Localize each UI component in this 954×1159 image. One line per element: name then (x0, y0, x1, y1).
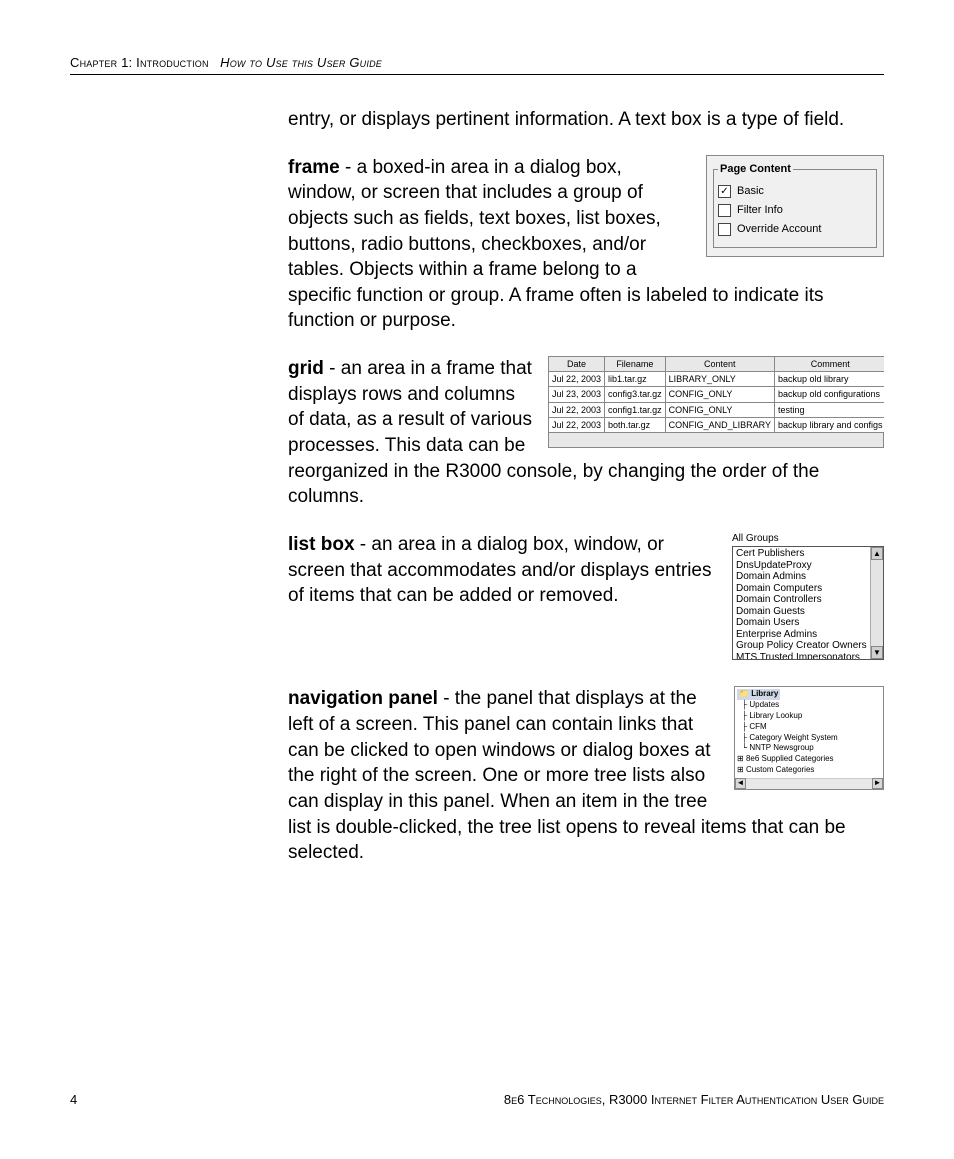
frame-check-row: Filter Info (718, 203, 872, 218)
navpanel-figure: 📁 Library ├ Updates ├ Library Lookup ├ C… (734, 686, 884, 789)
tree-item: Custom Categories (746, 765, 814, 774)
frame-legend: Page Content (718, 162, 793, 177)
grid-cell: config3.tar.gz (605, 387, 666, 402)
grid-figure: Date Filename Content Comment Jul 22, 20… (548, 356, 884, 448)
table-row: Jul 22, 2003 config1.tar.gz CONFIG_ONLY … (549, 402, 885, 417)
chapter-label: Chapter 1: Introduction (70, 55, 209, 70)
grid-cell: LIBRARY_ONLY (665, 372, 774, 387)
scroll-up-icon: ▲ (871, 547, 883, 560)
grid-cell: testing (774, 402, 884, 417)
section-label: How to Use this User Guide (220, 55, 382, 70)
checkbox-icon (718, 204, 731, 217)
tree-item: Updates (749, 700, 779, 709)
list-item: Domain Users (736, 617, 867, 629)
tree-item: NNTP Newsgroup (749, 743, 813, 752)
grid-header: Date (549, 357, 605, 372)
list-item: Domain Controllers (736, 594, 867, 606)
grid-cell: both.tar.gz (605, 417, 666, 432)
frame-check-row: Override Account (718, 222, 872, 237)
grid-header: Filename (605, 357, 666, 372)
running-header: Chapter 1: Introduction How to Use this … (70, 55, 884, 75)
scroll-left-icon: ◄ (735, 778, 746, 789)
page-number: 4 (70, 1092, 77, 1107)
intro-tail: entry, or displays pertinent information… (288, 107, 884, 133)
grid-cell: backup old library (774, 372, 884, 387)
term-label: grid (288, 358, 324, 379)
listbox-figure: All Groups Cert Publishers DnsUpdateProx… (732, 532, 884, 661)
term-navpanel: • 📁 Library ├ Updates ├ Library Lookup ├… (288, 686, 884, 865)
table-row: Jul 22, 2003 both.tar.gz CONFIG_AND_LIBR… (549, 417, 885, 432)
grid-cell: lib1.tar.gz (605, 372, 666, 387)
grid-cell: CONFIG_ONLY (665, 387, 774, 402)
term-listbox: • All Groups Cert Publishers DnsUpdatePr… (288, 532, 884, 665)
grid-cell: Jul 22, 2003 (549, 402, 605, 417)
term-frame: • Page Content ✓ Basic Filter Info Overr… (288, 155, 884, 334)
grid-cell: CONFIG_ONLY (665, 402, 774, 417)
tree-root: Library (751, 689, 778, 698)
frame-check-label: Filter Info (737, 203, 783, 218)
intro-tail-text: entry, or displays pertinent information… (288, 109, 844, 130)
tree-item: Category Weight System (749, 733, 837, 742)
frame-check-label: Override Account (737, 222, 821, 237)
frame-figure: Page Content ✓ Basic Filter Info Overrid… (706, 155, 884, 257)
grid-cell: Jul 23, 2003 (549, 387, 605, 402)
grid-cell: Jul 22, 2003 (549, 417, 605, 432)
grid-header: Content (665, 357, 774, 372)
grid-cell: config1.tar.gz (605, 402, 666, 417)
tree-item: CFM (749, 722, 766, 731)
list-item: MTS Trusted Impersonators (736, 652, 867, 660)
tree-item: 8e6 Supplied Categories (746, 754, 834, 763)
listbox-label: All Groups (732, 532, 884, 546)
table-row: Jul 23, 2003 config3.tar.gz CONFIG_ONLY … (549, 387, 885, 402)
footer-title: 8e6 Technologies, R3000 Internet Filter … (504, 1092, 884, 1107)
list-item: Domain Admins (736, 571, 867, 583)
list-item: DnsUpdateProxy (736, 560, 867, 572)
list-item: Domain Computers (736, 583, 867, 595)
page-footer: 4 8e6 Technologies, R3000 Internet Filte… (70, 1092, 884, 1107)
tree-item: Library Lookup (749, 711, 802, 720)
scroll-right-icon: ► (872, 778, 883, 789)
scrollbar: ▲ ▼ (870, 547, 883, 659)
list-item: Group Policy Creator Owners (736, 640, 867, 652)
list-item: Enterprise Admins (736, 629, 867, 641)
term-label: navigation panel (288, 688, 438, 709)
grid-header: Comment (774, 357, 884, 372)
grid-cell: Jul 22, 2003 (549, 372, 605, 387)
checkbox-icon: ✓ (718, 185, 731, 198)
list-item: Cert Publishers (736, 548, 867, 560)
checkbox-icon (718, 223, 731, 236)
term-label: frame (288, 157, 340, 178)
list-item: Domain Guests (736, 606, 867, 618)
grid-cell: backup old configurations (774, 387, 884, 402)
term-label: list box (288, 534, 355, 555)
scroll-down-icon: ▼ (871, 646, 883, 659)
frame-check-row: ✓ Basic (718, 184, 872, 199)
frame-check-label: Basic (737, 184, 764, 199)
grid-cell: backup library and configs (774, 417, 884, 432)
table-row: Jul 22, 2003 lib1.tar.gz LIBRARY_ONLY ba… (549, 372, 885, 387)
grid-cell: CONFIG_AND_LIBRARY (665, 417, 774, 432)
term-grid: • Date Filename Content Comment Jul 22, … (288, 356, 884, 510)
